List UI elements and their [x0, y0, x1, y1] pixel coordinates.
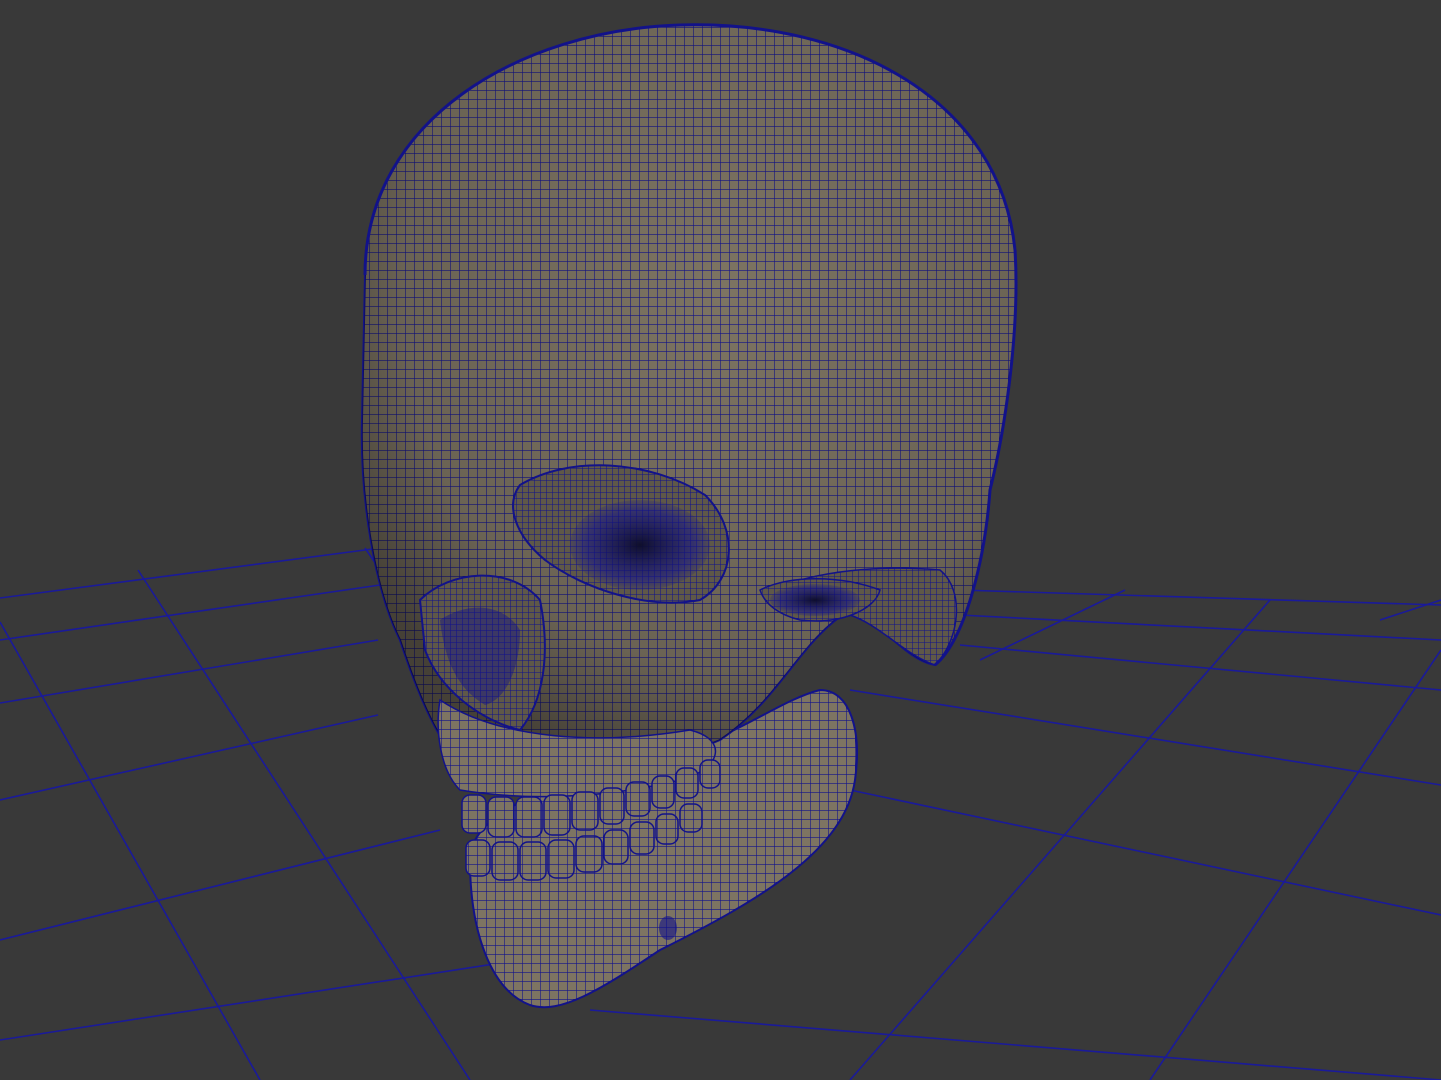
viewport-canvas[interactable]	[0, 0, 1441, 1080]
eye-socket-left-depth	[770, 584, 860, 616]
skull-mesh[interactable]	[360, 23, 1018, 1009]
3d-viewport[interactable]	[0, 0, 1441, 1080]
mental-foramen	[659, 916, 677, 940]
eye-socket-right-depth	[570, 500, 710, 590]
